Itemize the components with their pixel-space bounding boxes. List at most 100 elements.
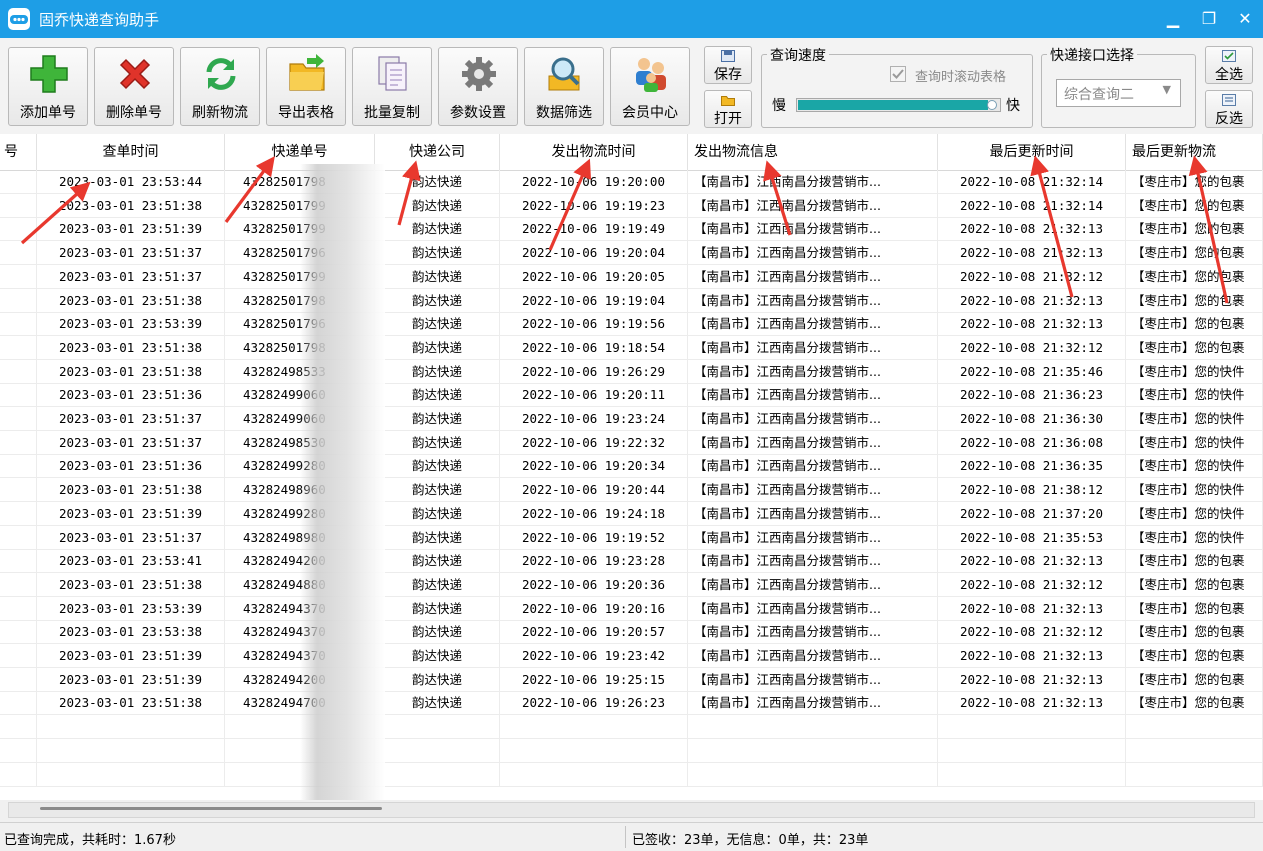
table-cell: 韵达快递 — [375, 217, 500, 241]
data-filter-button[interactable]: 数据筛选 — [524, 47, 604, 126]
table-cell: 2022-10-08 21:37:20 — [938, 501, 1126, 525]
table-row[interactable]: 2023-03-01 23:53:41 43282494200 韵达快递 2022-1… — [0, 549, 1263, 574]
member-center-button[interactable]: 会员中心 — [610, 47, 690, 126]
table-row[interactable]: 2023-03-01 23:51:38 43282498960 韵达快递 2022-1… — [0, 478, 1263, 503]
header-col-ship-info[interactable]: 发出物流信息 — [688, 134, 938, 170]
table-cell: 【南昌市】江西南昌分拨营销市... — [688, 430, 938, 454]
table-cell: 2022-10-06 19:22:32 — [500, 430, 688, 454]
table-cell: 2022-10-06 19:20:44 — [500, 478, 688, 502]
api-select-dropdown[interactable]: 综合查询二 ▼ — [1056, 79, 1181, 107]
table-cell: 【枣庄市】您的包裹 — [1126, 572, 1263, 596]
horizontal-scrollbar[interactable] — [0, 800, 1263, 820]
header-col-index[interactable]: 号 — [0, 134, 37, 170]
table-row[interactable]: 2023-03-01 23:51:37 43282499060 韵达快递 2022-1… — [0, 407, 1263, 431]
table-cell: 韵达快递 — [375, 501, 500, 525]
table-cell: 43282501799 — [225, 264, 375, 288]
table-row[interactable]: 2023-03-01 23:51:36 43282499060 韵达快递 2022-1… — [0, 383, 1263, 408]
save-button[interactable]: 保存 — [704, 46, 752, 84]
table-cell: 2022-10-06 19:20:00 — [500, 170, 688, 193]
table-row[interactable]: 2023-03-01 23:53:38 43282494370 韵达快递 2022-1… — [0, 620, 1263, 645]
batch-copy-button[interactable]: 批量复制 — [352, 47, 432, 126]
select-all-button[interactable]: 全选 — [1205, 46, 1253, 84]
settings-button[interactable]: 参数设置 — [438, 47, 518, 126]
table-row[interactable]: 2023-03-01 23:53:39 43282494370 韵达快递 2022-1… — [0, 596, 1263, 621]
table-cell: 2022-10-06 19:19:49 — [500, 217, 688, 241]
query-speed-title: 查询速度 — [767, 45, 829, 65]
table-cell: 【南昌市】江西南昌分拨营销市... — [688, 501, 938, 525]
scroll-table-checkbox[interactable] — [890, 66, 906, 82]
table-row[interactable]: 2023-03-01 23:51:37 43282501796 韵达快递 2022-1… — [0, 241, 1263, 266]
table-cell: 【南昌市】江西南昌分拨营销市... — [688, 359, 938, 383]
header-col-last-update-info[interactable]: 最后更新物流 — [1126, 134, 1263, 170]
table-cell: 【枣庄市】您的包裹 — [1126, 264, 1263, 288]
table-row[interactable]: 2023-03-01 23:51:38 43282501798 韵达快递 2022-1… — [0, 335, 1263, 360]
table-cell: 韵达快递 — [375, 407, 500, 430]
header-col-courier[interactable]: 快递公司 — [375, 134, 500, 170]
window-title: 固乔快递查询助手 — [39, 11, 160, 29]
scroll-table-label: 查询时滚动表格 — [915, 70, 1007, 85]
table-cell: 2022-10-06 19:24:18 — [500, 501, 688, 525]
table-row[interactable]: 2023-03-01 23:51:37 43282498530 韵达快递 2022-1… — [0, 430, 1263, 455]
table-row[interactable]: 2023-03-01 23:51:38 43282494880 韵达快递 2022-1… — [0, 572, 1263, 597]
restore-button[interactable]: ❐ — [1196, 6, 1222, 32]
table-cell — [375, 762, 500, 786]
table-cell: 2022-10-08 21:36:30 — [938, 407, 1126, 430]
table-cell: 2022-10-08 21:32:13 — [938, 644, 1126, 667]
table-cell: 韵达快递 — [375, 525, 500, 549]
scrollbar-track[interactable] — [8, 802, 1255, 818]
table-cell: 2022-10-06 19:26:23 — [500, 691, 688, 715]
table-cell — [0, 264, 37, 288]
table-row[interactable]: 2023-03-01 23:53:39 43282501796 韵达快递 2022-1… — [0, 312, 1263, 337]
table-row[interactable]: 2023-03-01 23:51:38 43282494700 韵达快递 2022-1… — [0, 691, 1263, 716]
table-cell: 43282499060 — [225, 407, 375, 430]
table-cell: 43282499280 — [225, 454, 375, 478]
table-row[interactable]: 2023-03-01 23:51:39 43282501799 韵达快递 2022-1… — [0, 217, 1263, 242]
table-cell: 【南昌市】江西南昌分拨营销市... — [688, 572, 938, 596]
scrollbar-thumb[interactable] — [40, 807, 382, 810]
export-table-button[interactable]: 导出表格 — [266, 47, 346, 126]
header-col-last-update-time[interactable]: 最后更新时间 — [938, 134, 1126, 170]
speed-slider-thumb[interactable] — [987, 100, 997, 110]
table-row[interactable]: 2023-03-01 23:51:39 43282499280 韵达快递 2022-1… — [0, 501, 1263, 526]
table-row[interactable]: 2023-03-01 23:51:37 43282501799 韵达快递 2022-1… — [0, 264, 1263, 289]
table-row[interactable]: 2023-03-01 23:51:36 43282499280 韵达快递 2022-1… — [0, 454, 1263, 479]
empty-table-row[interactable] — [0, 762, 1263, 787]
table-cell: 韵达快递 — [375, 312, 500, 336]
table-row[interactable]: 2023-03-01 23:51:39 43282494200 韵达快递 2022-1… — [0, 667, 1263, 692]
header-col-ship-time[interactable]: 发出物流时间 — [500, 134, 688, 170]
table-cell: 2022-10-08 21:32:12 — [938, 264, 1126, 288]
table-cell: 【南昌市】江西南昌分拨营销市... — [688, 335, 938, 359]
header-col-query-time[interactable]: 查单时间 — [37, 134, 225, 170]
delete-tracking-button[interactable]: 删除单号 — [94, 47, 174, 126]
empty-table-row[interactable] — [0, 715, 1263, 740]
table-row[interactable]: 2023-03-01 23:51:38 43282498533 韵达快递 2022-1… — [0, 359, 1263, 384]
table-cell — [37, 738, 225, 762]
table-cell — [0, 383, 37, 407]
table-cell — [225, 762, 375, 786]
table-cell: 【枣庄市】您的快件 — [1126, 407, 1263, 430]
table-cell: 2023-03-01 23:51:39 — [37, 501, 225, 525]
table-row[interactable]: 2023-03-01 23:51:39 43282494370 韵达快递 2022-1… — [0, 644, 1263, 668]
table-cell: 【南昌市】江西南昌分拨营销市... — [688, 525, 938, 549]
table-cell: 2023-03-01 23:51:38 — [37, 691, 225, 715]
chevron-down-icon: ▼ — [1162, 83, 1171, 96]
invert-selection-button[interactable]: 反选 — [1205, 90, 1253, 128]
table-row[interactable]: 2023-03-01 23:51:38 43282501798 韵达快递 2022-1… — [0, 288, 1263, 313]
close-button[interactable]: ✕ — [1232, 6, 1258, 32]
speed-slider[interactable] — [796, 98, 1001, 112]
table-cell: 【南昌市】江西南昌分拨营销市... — [688, 217, 938, 241]
add-tracking-button[interactable]: 添加单号 — [8, 47, 88, 126]
minimize-button[interactable]: ▁ — [1160, 6, 1186, 32]
table-cell: 韵达快递 — [375, 430, 500, 454]
refresh-logistics-button[interactable]: 刷新物流 — [180, 47, 260, 126]
table-cell: 2023-03-01 23:51:36 — [37, 454, 225, 478]
empty-table-row[interactable] — [0, 738, 1263, 763]
table-cell — [500, 715, 688, 739]
table-cell: 【南昌市】江西南昌分拨营销市... — [688, 407, 938, 430]
table-row[interactable]: 2023-03-01 23:53:44 43282501798 韵达快递 2022-1… — [0, 170, 1263, 194]
header-col-tracking-number[interactable]: 快递单号 — [225, 134, 375, 170]
open-button[interactable]: 打开 — [704, 90, 752, 128]
table-row[interactable]: 2023-03-01 23:51:38 43282501799 韵达快递 2022-1… — [0, 193, 1263, 218]
table-cell — [0, 170, 37, 193]
table-row[interactable]: 2023-03-01 23:51:37 43282498980 韵达快递 2022-1… — [0, 525, 1263, 550]
